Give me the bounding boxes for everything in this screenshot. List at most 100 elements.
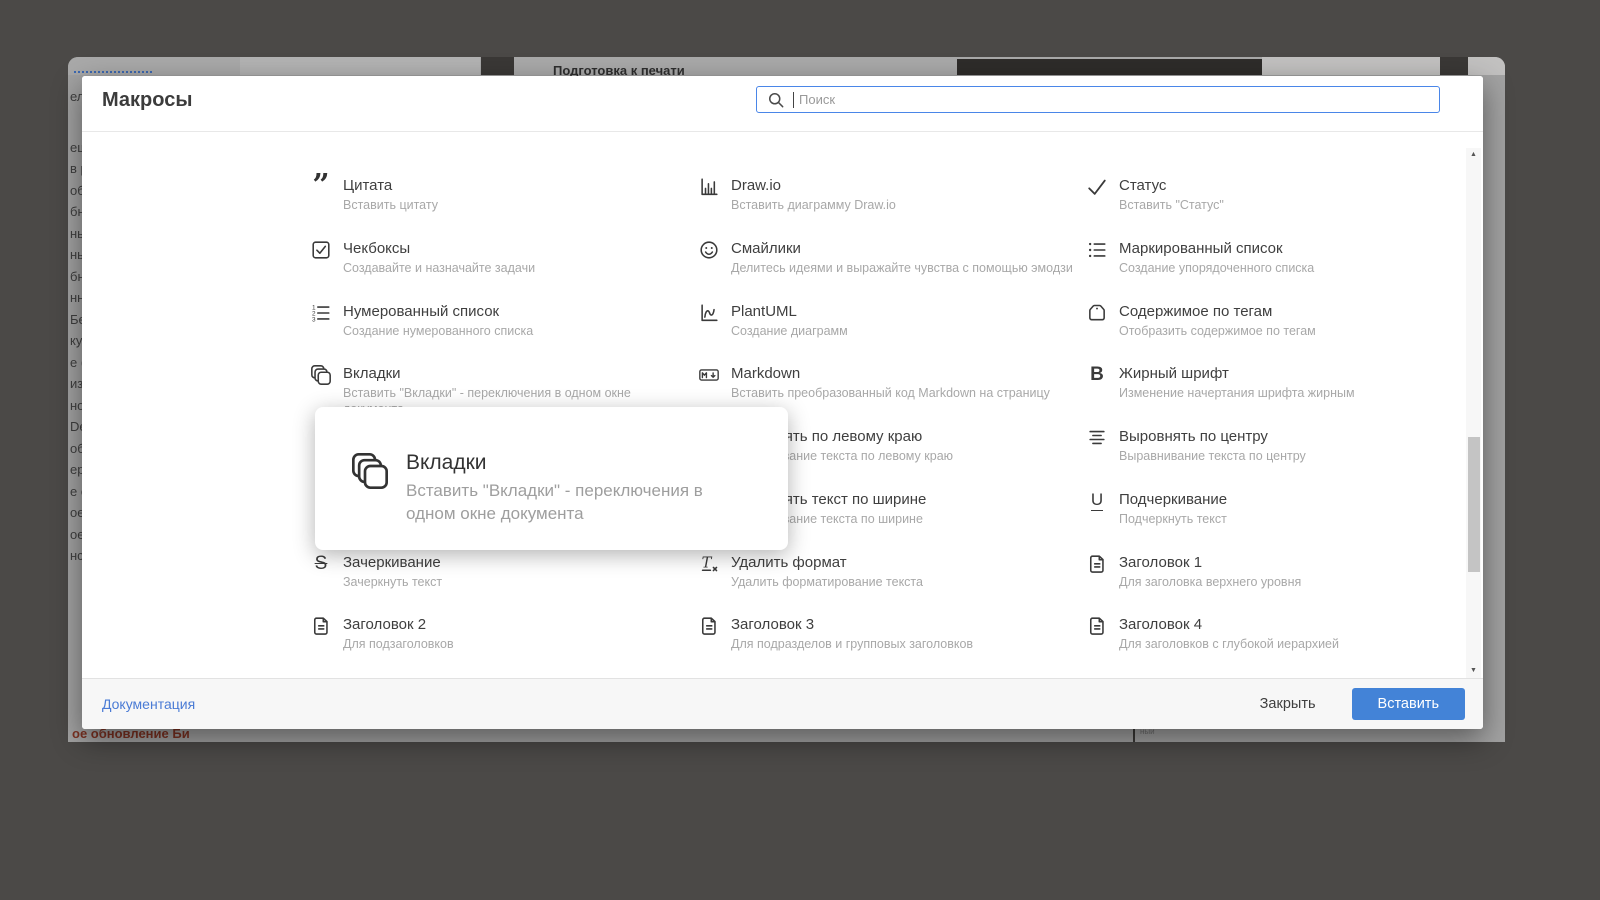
macro-item-bullet-list[interactable]: Маркированный список Создание упорядочен… <box>1085 239 1465 276</box>
macro-title: PlantUML <box>731 302 797 320</box>
drawio-chart-icon <box>697 176 721 200</box>
macro-item-strikethrough[interactable]: S Зачеркивание Зачеркнуть текст <box>309 553 689 590</box>
macro-item-numbered-list[interactable]: 123 Нумерованный список Создание нумеров… <box>309 302 689 339</box>
macro-title: Заголовок 4 <box>1119 616 1203 634</box>
macro-item-status[interactable]: Статус Вставить "Статус" <box>1085 176 1465 213</box>
macro-item-checkboxes[interactable]: Чекбоксы Создавайте и назначайте задачи <box>309 239 689 276</box>
macro-desc: Создание диаграмм <box>731 323 848 338</box>
macro-hover-card: Вкладки Вставить "Вкладки" - переключени… <box>315 407 788 550</box>
tag-icon <box>1085 302 1109 326</box>
macro-item-markdown[interactable]: Markdown Вставить преобразованный код Ma… <box>697 364 1077 401</box>
macro-title: Нумерованный список <box>343 302 500 320</box>
macro-item-plantuml[interactable]: PlantUML Создание диаграмм <box>697 302 1077 339</box>
macro-desc: Создание упорядоченного списка <box>1119 260 1315 275</box>
search-box <box>756 86 1440 113</box>
bullet-list-icon <box>1085 239 1109 263</box>
dialog-footer: Документация Закрыть Вставить <box>82 678 1483 729</box>
scrollbar-up-arrow[interactable]: ▲ <box>1466 148 1481 162</box>
macros-dialog: Макросы ” Цитата Вставить цитату Чекбокс… <box>82 76 1483 729</box>
macro-desc: Вставить преобразованный код Markdown на… <box>731 386 1050 401</box>
macro-title: Заголовок 3 <box>731 616 815 634</box>
macro-item-align-center[interactable]: Выровнять по центру Выравнивание текста … <box>1085 427 1465 464</box>
search-input[interactable] <box>757 87 1439 112</box>
macro-title: Зачеркивание <box>343 553 441 571</box>
markdown-icon <box>697 364 721 388</box>
hover-card-title: Вкладки <box>406 451 487 474</box>
macro-item-quote[interactable]: ” Цитата Вставить цитату <box>309 168 689 213</box>
macro-title: Чекбоксы <box>343 239 411 257</box>
macro-title: Цитата <box>343 177 393 194</box>
macro-desc: Создавайте и назначайте задачи <box>343 260 536 275</box>
macro-desc: Выравнивание текста по центру <box>1119 449 1306 463</box>
background-dark-block <box>481 57 514 75</box>
bold-icon: B <box>1090 364 1104 386</box>
macro-title: Жирный шрифт <box>1119 365 1229 383</box>
macro-item-drawio[interactable]: Draw.io Вставить диаграмму Draw.io <box>697 176 1077 213</box>
dialog-header: Макросы <box>82 76 1483 132</box>
remove-format-icon: T <box>697 553 721 577</box>
macro-item-content-by-tags[interactable]: Содержимое по тегам Отобразить содержимо… <box>1085 302 1465 339</box>
macro-desc: Для заголовка верхнего уровня <box>1119 574 1302 589</box>
macro-desc: Делитесь идеями и выражайте чувства с по… <box>731 260 1073 275</box>
svg-text:T: T <box>702 554 713 571</box>
macro-title: Содержимое по тегам <box>1119 302 1273 320</box>
align-center-icon <box>1085 427 1109 451</box>
macro-title: Подчеркивание <box>1119 490 1228 508</box>
macro-title: Markdown <box>731 365 801 383</box>
document-icon <box>697 615 721 639</box>
macro-title: Заголовок 1 <box>1119 553 1203 571</box>
document-icon <box>1085 553 1109 577</box>
document-icon <box>1085 615 1109 639</box>
macro-item-remove-format[interactable]: T Удалить формат Удалить форматирование … <box>697 553 1077 590</box>
macro-item-bold[interactable]: B Жирный шрифт Изменение начертания шриф… <box>1085 364 1465 401</box>
background-segment <box>240 57 480 75</box>
checkbox-icon <box>309 239 333 263</box>
macro-column-3: Статус Вставить "Статус" Маркированный с… <box>1085 176 1465 678</box>
svg-text:3: 3 <box>312 316 316 323</box>
macro-title: Удалить формат <box>731 553 847 571</box>
numbered-list-icon: 123 <box>309 302 333 326</box>
close-button[interactable]: Закрыть <box>1254 695 1322 713</box>
macro-desc: Отобразить содержимое по тегам <box>1119 323 1316 338</box>
macro-desc: Изменение начертания шрифта жирным <box>1119 386 1355 401</box>
background-segment <box>1262 57 1505 75</box>
insert-button[interactable]: Вставить <box>1351 688 1465 720</box>
quote-icon: ” <box>312 168 330 203</box>
macro-item-heading2[interactable]: Заголовок 2 Для подзаголовков <box>309 615 689 652</box>
macro-item-heading1[interactable]: Заголовок 1 Для заголовка верхнего уровн… <box>1085 553 1465 590</box>
macro-desc: Для подразделов и групповых заголовков <box>731 637 974 652</box>
scrollbar-thumb[interactable] <box>1467 437 1480 572</box>
strikethrough-icon: S <box>314 552 328 574</box>
macro-desc: Вставить цитату <box>343 198 438 212</box>
macro-desc: Для заголовков с глубокой иерархией <box>1119 637 1339 652</box>
macro-desc: Подчеркнуть текст <box>1119 511 1227 526</box>
background-dark-block <box>1440 57 1468 75</box>
checkmark-icon <box>1085 176 1109 200</box>
background-dark-block <box>957 59 1262 75</box>
tabs-icon <box>309 364 333 388</box>
macro-title: Маркированный список <box>1119 239 1283 257</box>
macro-desc: Вставить "Статус" <box>1119 198 1224 212</box>
macro-title: Draw.io <box>731 177 782 194</box>
macro-title: Вкладки <box>343 365 401 383</box>
macro-title: Выровнять по центру <box>1119 428 1268 445</box>
background-fragment-link <box>74 63 152 73</box>
macro-desc: Удалить форматирование текста <box>731 574 923 589</box>
document-icon <box>309 615 333 639</box>
macro-item-heading4[interactable]: Заголовок 4 Для заголовков с глубокой ие… <box>1085 615 1465 652</box>
smiley-icon <box>697 239 721 263</box>
hover-card-description: Вставить "Вкладки" - переключения в одно… <box>406 481 703 523</box>
macro-item-heading3[interactable]: Заголовок 3 Для подразделов и групповых … <box>697 615 1077 652</box>
macro-desc: Вставить диаграмму Draw.io <box>731 198 896 212</box>
documentation-link[interactable]: Документация <box>102 696 195 712</box>
macro-title: Статус <box>1119 177 1167 194</box>
tabs-icon <box>350 451 392 496</box>
macro-title: Смайлики <box>731 239 801 257</box>
macro-item-underline[interactable]: U Подчеркивание Подчеркнуть текст <box>1085 490 1465 527</box>
macro-title: Заголовок 2 <box>343 616 427 634</box>
macro-desc: Создание нумерованного списка <box>343 323 534 338</box>
plantuml-chart-icon <box>697 302 721 326</box>
scrollbar[interactable]: ▲ ▼ <box>1466 148 1481 678</box>
macro-item-emoji[interactable]: Смайлики Делитесь идеями и выражайте чув… <box>697 239 1077 276</box>
scrollbar-down-arrow[interactable]: ▼ <box>1466 664 1481 678</box>
